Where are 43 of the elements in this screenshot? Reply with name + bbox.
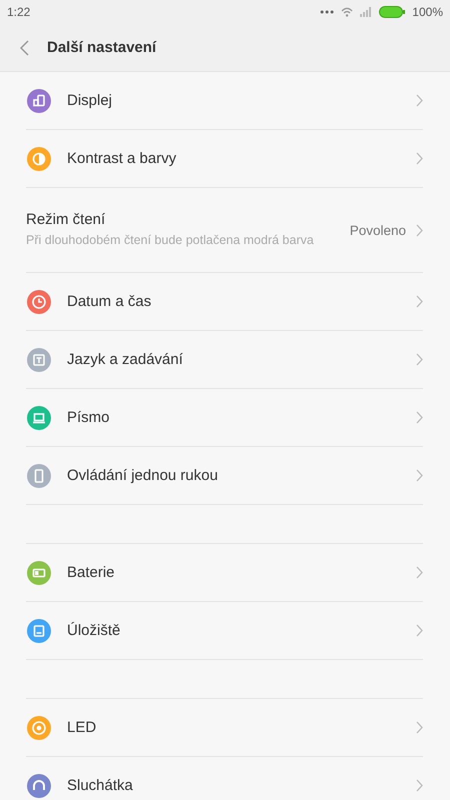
settings-item[interactable]: Datum a čas bbox=[26, 273, 423, 331]
back-icon[interactable] bbox=[20, 40, 29, 56]
item-label: Kontrast a barvy bbox=[67, 150, 178, 167]
page-title: Další nastavení bbox=[47, 39, 156, 56]
settings-item[interactable]: Displej bbox=[26, 72, 423, 130]
settings-item[interactable]: Jazyk a zadávání bbox=[26, 331, 423, 389]
battery-icon bbox=[379, 6, 406, 18]
item-description: Při dlouhodobém čtení bude potlačena modrá barva bbox=[26, 232, 315, 249]
item-label: Datum a čas bbox=[67, 293, 152, 310]
item-label: Písmo bbox=[67, 409, 111, 426]
item-value: Povoleno bbox=[350, 222, 406, 238]
settings-item[interactable]: Režim čtení Při dlouhodobém čtení bude potlačena modrá barva Povoleno bbox=[26, 188, 423, 273]
chevron-icon bbox=[416, 411, 423, 424]
item-label: Sluchátka bbox=[67, 777, 134, 794]
dots-icon bbox=[320, 10, 334, 14]
chevron-icon bbox=[416, 295, 423, 308]
chevron-icon bbox=[416, 624, 423, 637]
settings-item[interactable]: Ovládání jednou rukou bbox=[26, 447, 423, 505]
settings-item[interactable]: Písmo bbox=[26, 389, 423, 447]
chevron-icon bbox=[416, 152, 423, 165]
item-label: Režim čtení bbox=[26, 211, 106, 228]
chevron-icon bbox=[416, 721, 423, 734]
chevron-icon bbox=[416, 224, 423, 236]
wifi-icon bbox=[341, 7, 354, 17]
battery-percent: 100% bbox=[412, 5, 443, 19]
chevron-icon bbox=[416, 469, 423, 482]
chevron-icon bbox=[416, 94, 423, 107]
settings-item[interactable]: Úložiště bbox=[26, 602, 423, 660]
settings-item[interactable]: Baterie bbox=[26, 544, 423, 602]
settings-item[interactable]: Sluchátka bbox=[26, 757, 423, 800]
chevron-icon bbox=[416, 779, 423, 792]
item-label: Baterie bbox=[67, 564, 116, 581]
settings-item[interactable]: Kontrast a barvy bbox=[26, 130, 423, 188]
status-time: 1:22 bbox=[7, 5, 30, 19]
signal-icon bbox=[360, 7, 372, 17]
chevron-icon bbox=[416, 566, 423, 579]
item-label: Úložiště bbox=[67, 622, 122, 639]
settings-item[interactable]: LED bbox=[26, 699, 423, 757]
item-label: Ovládání jednou rukou bbox=[67, 467, 219, 484]
item-label: Displej bbox=[67, 92, 114, 109]
item-label: LED bbox=[67, 719, 98, 736]
chevron-icon bbox=[416, 353, 423, 366]
item-label: Jazyk a zadávání bbox=[67, 351, 184, 368]
